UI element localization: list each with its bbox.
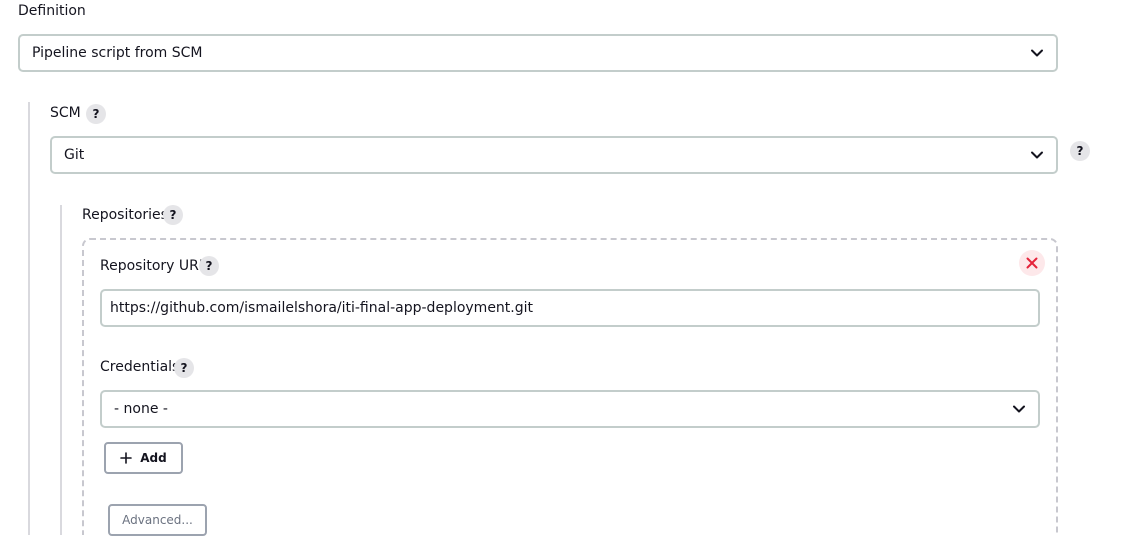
add-credentials-button[interactable]: Add xyxy=(104,442,183,474)
advanced-button[interactable]: Advanced... xyxy=(108,504,207,536)
remove-repository-button[interactable] xyxy=(1019,250,1045,276)
repositories-section-rule xyxy=(60,205,62,535)
repository-url-help-icon[interactable]: ? xyxy=(199,256,219,276)
chevron-down-icon xyxy=(1013,405,1025,413)
scm-help-icon[interactable]: ? xyxy=(86,104,106,124)
close-icon xyxy=(1026,257,1038,269)
repositories-label: Repositories xyxy=(82,207,168,223)
advanced-button-label: Advanced... xyxy=(122,513,193,527)
add-button-label: Add xyxy=(140,451,167,465)
chevron-down-icon xyxy=(1031,151,1043,159)
repository-url-label: Repository URL xyxy=(100,258,207,274)
scm-select[interactable]: Git xyxy=(50,136,1058,174)
scm-section-rule xyxy=(28,102,30,535)
credentials-selected-value: - none - xyxy=(114,401,168,417)
definition-label: Definition xyxy=(18,3,86,19)
credentials-label: Credentials xyxy=(100,359,180,375)
repository-url-input[interactable]: https://github.com/ismailelshora/iti-fin… xyxy=(100,289,1040,327)
repository-entry-box xyxy=(82,238,1058,535)
credentials-select[interactable]: - none - xyxy=(100,390,1040,428)
chevron-down-icon xyxy=(1031,49,1043,57)
scm-label: SCM xyxy=(50,105,81,121)
scm-selected-value: Git xyxy=(64,147,85,163)
definition-select[interactable]: Pipeline script from SCM xyxy=(18,34,1058,72)
scm-side-help-icon[interactable]: ? xyxy=(1070,141,1090,161)
credentials-help-icon[interactable]: ? xyxy=(174,358,194,378)
repository-url-value: https://github.com/ismailelshora/iti-fin… xyxy=(110,300,534,316)
plus-icon xyxy=(120,452,133,464)
definition-selected-value: Pipeline script from SCM xyxy=(32,45,203,61)
repositories-help-icon[interactable]: ? xyxy=(163,205,183,225)
